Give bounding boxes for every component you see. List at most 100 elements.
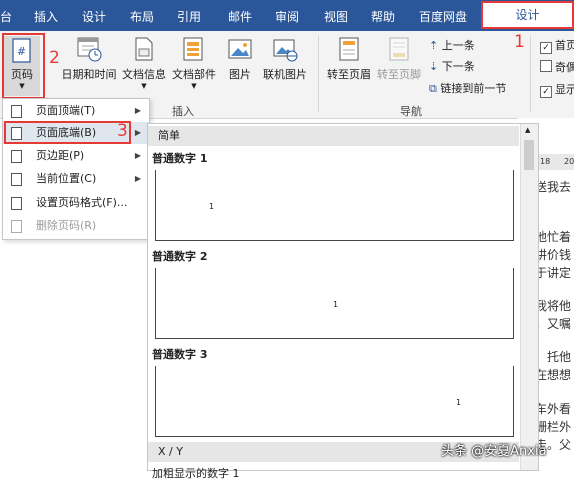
tab-help[interactable]: 帮助 xyxy=(371,8,395,25)
menu-item-page-margins[interactable]: 页边距(P) ▶ xyxy=(3,145,149,167)
tab-insert[interactable]: 插入 xyxy=(34,8,58,25)
goto-footer-button[interactable]: 转至页脚 xyxy=(375,36,423,82)
online-picture-button[interactable]: 联机图片 xyxy=(261,36,309,82)
next-button[interactable]: ⇣ 下一条 xyxy=(429,58,475,74)
gallery-item-label: 普通数字 2 xyxy=(152,250,208,263)
menu-item-remove-page-numbers[interactable]: 删除页码(R) xyxy=(3,215,149,237)
page-margin-icon xyxy=(11,150,22,163)
online-picture-label: 联机图片 xyxy=(263,68,307,81)
document-text-line: 送我去 xyxy=(535,180,572,194)
goto-header-button[interactable]: 转至页眉 xyxy=(325,36,373,82)
menu-item-label: 删除页码(R) xyxy=(36,219,97,232)
tab-header-footer-design[interactable]: 设计 xyxy=(481,1,574,29)
tab-layout[interactable]: 布局 xyxy=(130,8,154,25)
preview-page-number: 1 xyxy=(456,398,462,407)
checkbox-checked-icon: ✓ xyxy=(540,42,552,54)
link-to-previous-button[interactable]: ⧉ 链接到前一节 xyxy=(429,80,506,96)
tab-review[interactable]: 审阅 xyxy=(275,8,299,25)
preview-page-number: 1 xyxy=(333,300,339,309)
menu-item-format-page-numbers[interactable]: 设置页码格式(F)... xyxy=(3,192,149,214)
tab-baidu-netdisk[interactable]: 百度网盘 xyxy=(419,8,467,25)
submenu-arrow-icon: ▶ xyxy=(134,174,141,183)
document-info-button[interactable]: 文档信息 ▼ xyxy=(121,36,167,90)
insert-group-label: 插入 xyxy=(172,105,194,118)
page-top-icon xyxy=(11,105,22,118)
quick-parts-icon xyxy=(181,36,207,62)
ribbon-divider xyxy=(318,36,319,112)
submenu-arrow-icon: ▶ xyxy=(134,106,141,115)
tab-design-doc[interactable]: 设计 xyxy=(82,8,106,25)
gallery-item-label: 普通数字 1 xyxy=(152,152,208,165)
scroll-up-icon[interactable]: ▲ xyxy=(525,126,530,134)
menu-item-current-position[interactable]: 当前位置(C) ▶ xyxy=(3,168,149,190)
goto-header-label: 转至页眉 xyxy=(327,68,371,81)
previous-button[interactable]: ⇡ 上一条 xyxy=(429,37,475,53)
gallery-item-plain-number-1[interactable]: 1 xyxy=(155,170,514,241)
different-odd-even-checkbox[interactable]: 奇偶 xyxy=(540,59,574,75)
document-text-line: ，托他 xyxy=(535,350,572,364)
checkbox-empty-icon xyxy=(540,60,552,72)
ruler-mark: 20 xyxy=(564,157,574,166)
submenu-arrow-icon: ▶ xyxy=(134,128,141,137)
dropdown-caret-icon: ▼ xyxy=(141,82,147,90)
document-text-line: 讲价钱 xyxy=(535,248,572,262)
date-time-label: 日期和时间 xyxy=(61,68,117,81)
document-info-label: 文档信息 xyxy=(122,68,166,81)
link-icon: ⧉ xyxy=(429,82,437,95)
gallery-scrollbar[interactable]: ▲ xyxy=(520,124,538,470)
menu-item-label: 设置页码格式(F)... xyxy=(36,196,128,209)
checkbox-checked-icon: ✓ xyxy=(540,86,552,98)
gallery-item-plain-number-2[interactable]: 1 xyxy=(155,268,514,339)
checkbox-label: 奇偶 xyxy=(555,61,574,74)
ruler-mark: 18 xyxy=(540,157,551,166)
document-text-line: 栅栏外 xyxy=(535,420,572,434)
step-2-label: 2 xyxy=(49,48,60,68)
picture-label: 图片 xyxy=(229,68,251,81)
page-number-menu: 页面顶端(T) ▶ 页面底端(B) ▶ 页边距(P) ▶ 当前位置(C) ▶ 设… xyxy=(2,98,150,240)
gallery-item-label: 加粗显示的数字 1 xyxy=(152,467,240,480)
online-picture-icon xyxy=(272,36,298,62)
tab-references[interactable]: 引用 xyxy=(177,8,201,25)
ribbon-tab-bar: 台 插入 设计 布局 引用 邮件 审阅 视图 帮助 百度网盘 设计 xyxy=(0,0,574,31)
menu-item-label: 页面顶端(T) xyxy=(36,104,96,117)
next-label: 下一条 xyxy=(441,60,475,73)
gallery-item-label: 普通数字 3 xyxy=(152,348,208,361)
tab-mailings[interactable]: 邮件 xyxy=(228,8,252,25)
menu-item-label: 当前位置(C) xyxy=(36,172,97,185)
checkbox-label: 显示 xyxy=(555,83,574,96)
picture-button[interactable]: 图片 xyxy=(224,36,256,82)
ribbon-divider xyxy=(530,36,531,112)
previous-icon: ⇡ xyxy=(429,39,439,52)
scrollbar-thumb[interactable] xyxy=(524,140,534,170)
gallery-section-header: 简单 xyxy=(148,126,519,146)
step-3-label: 3 xyxy=(117,121,128,141)
document-text-line: 。又嘱 xyxy=(535,317,572,331)
different-first-page-checkbox[interactable]: ✓ 首页 xyxy=(540,37,574,54)
document-text-line: 于讲定 xyxy=(535,266,572,280)
step-1-label: 1 xyxy=(514,32,525,52)
format-page-number-icon xyxy=(11,197,22,210)
document-info-icon xyxy=(131,36,157,62)
remove-page-number-icon xyxy=(11,220,22,233)
goto-footer-label: 转至页脚 xyxy=(377,68,421,81)
menu-item-top-of-page[interactable]: 页面顶端(T) ▶ xyxy=(3,100,149,122)
watermark: 头条 @安夏Anxia xyxy=(441,444,547,459)
gallery-item-plain-number-3[interactable]: 1 xyxy=(155,366,514,437)
picture-icon xyxy=(227,36,253,62)
show-document-text-checkbox[interactable]: ✓ 显示 xyxy=(540,81,574,98)
current-position-icon xyxy=(11,173,22,186)
checkbox-label: 首页 xyxy=(555,39,574,52)
document-text-line: 在想想 xyxy=(535,368,572,382)
calendar-clock-icon xyxy=(76,36,102,62)
date-time-button[interactable]: 日期和时间 xyxy=(60,36,118,82)
document-text-line: 车外看 xyxy=(535,402,572,416)
menu-item-label: 页边距(P) xyxy=(36,149,85,162)
tab-home-partial[interactable]: 台 xyxy=(0,8,12,25)
highlight-box-bottom-of-page xyxy=(4,121,131,144)
quick-parts-button[interactable]: 文档部件 ▼ xyxy=(171,36,217,90)
tab-view[interactable]: 视图 xyxy=(324,8,348,25)
dropdown-caret-icon: ▼ xyxy=(191,82,197,90)
highlight-box-page-number xyxy=(2,33,45,99)
navigation-group-label: 导航 xyxy=(400,105,422,118)
quick-parts-label: 文档部件 xyxy=(172,68,216,81)
